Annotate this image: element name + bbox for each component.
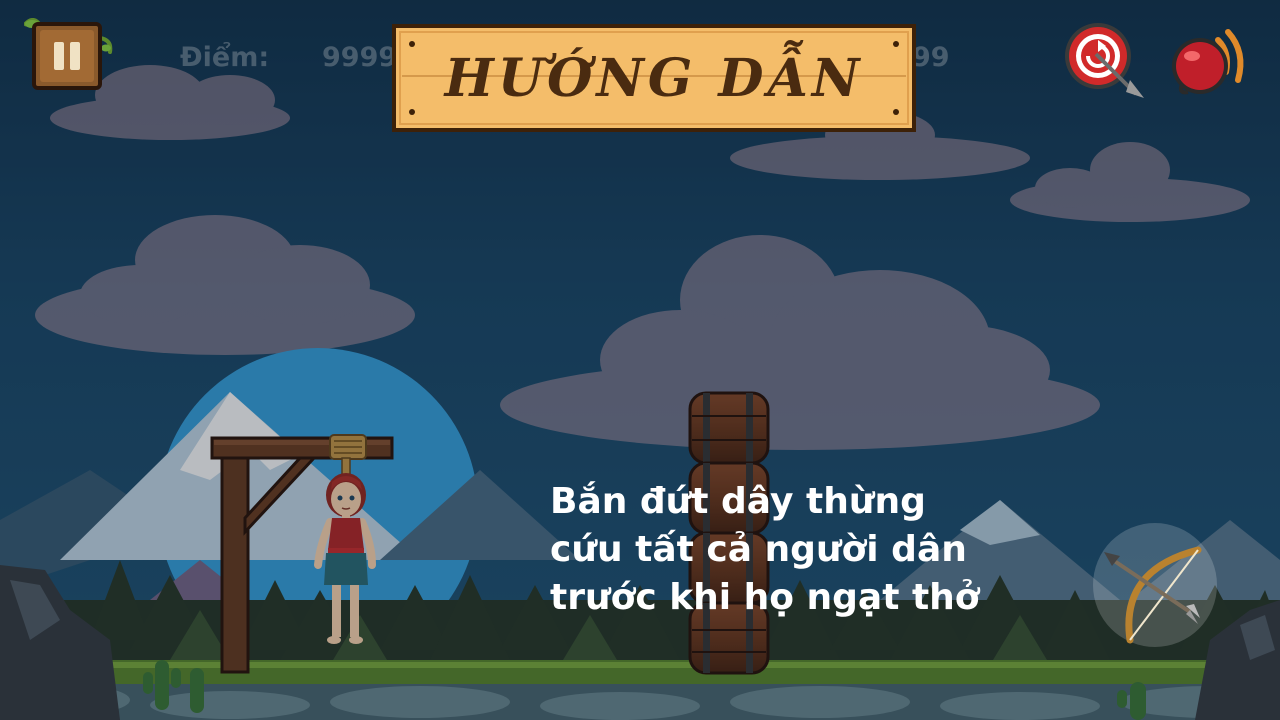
score-value: 9999	[322, 42, 398, 73]
bow-arrow-icon	[1093, 523, 1217, 647]
score-value-secondary: 99	[912, 42, 950, 73]
instruction-text: Bắn đứt dây thừng cứu tất cả người dân t…	[550, 478, 1110, 622]
pause-icon	[23, 18, 113, 90]
instruction-line: trước khi họ ngạt thở	[550, 577, 980, 618]
sound-icon	[1172, 29, 1244, 95]
instruction-line: cứu tất cả người dân	[550, 529, 967, 570]
instruction-line: Bắn đứt dây thừng	[550, 481, 926, 522]
game-stage[interactable]: Điểm: 9999 99 HƯỚNG DẪN Bắn đứt dây thừn…	[0, 0, 1280, 720]
sound-button[interactable]	[1168, 22, 1252, 100]
pause-button[interactable]	[23, 18, 114, 94]
bow-fire-button[interactable]	[1090, 520, 1220, 650]
restart-button[interactable]	[1060, 20, 1150, 100]
score-label: Điểm:	[180, 42, 270, 73]
title-text: HƯỚNG DẪN	[444, 47, 864, 109]
restart-target-icon	[1065, 23, 1144, 98]
